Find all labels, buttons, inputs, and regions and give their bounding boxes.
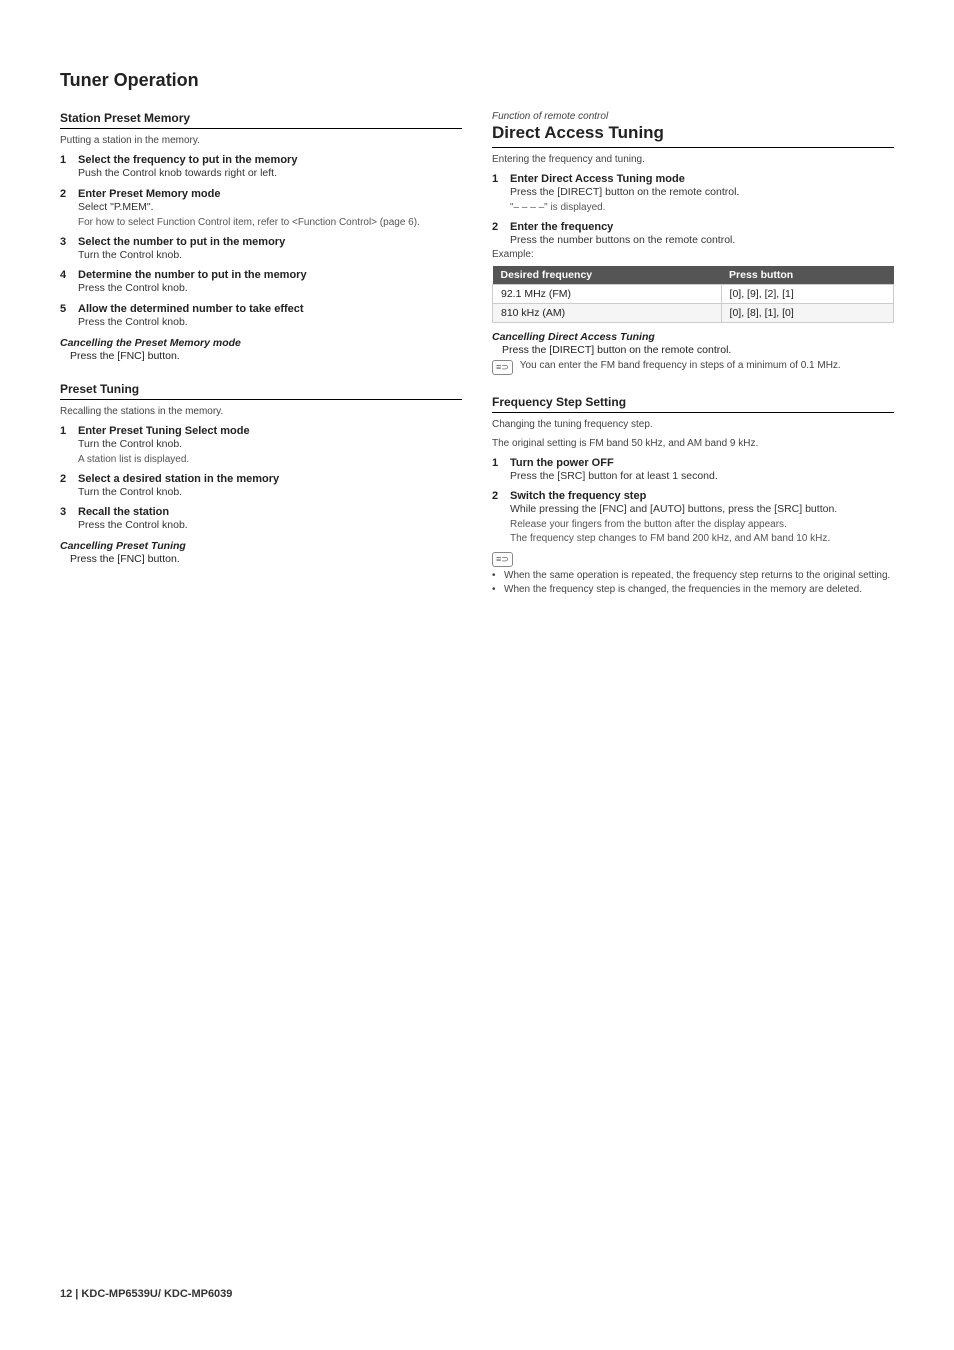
pt-step-1: 1 Enter Preset Tuning Select mode Turn t…: [60, 425, 462, 467]
dat-step-1: 1 Enter Direct Access Tuning mode Press …: [492, 173, 894, 215]
fss-step-2: 2 Switch the frequency step While pressi…: [492, 490, 894, 546]
pt-step-3-body: Press the Control knob.: [78, 518, 462, 534]
left-column: Station Preset Memory Putting a station …: [60, 111, 462, 615]
spm-step-5-number: 5: [60, 303, 74, 315]
divider-dat: [492, 147, 894, 148]
dat-step-1-body: Press the [DIRECT] button on the remote …: [510, 185, 894, 201]
pt-step-1-header: Enter Preset Tuning Select mode: [78, 425, 250, 437]
spm-step-2-body: Select "P.MEM".: [78, 200, 462, 216]
table-row-fm: 92.1 MHz (FM) [0], [9], [2], [1]: [493, 284, 894, 303]
fss-step-2-subtext1: Release your fingers from the button aft…: [510, 518, 894, 532]
dat-step-1-number: 1: [492, 173, 506, 185]
preset-tuning-section: Preset Tuning Recalling the stations in …: [60, 382, 462, 565]
spm-step-4-header: Determine the number to put in the memor…: [78, 269, 307, 281]
bullet-dot-2: •: [492, 584, 500, 595]
function-label: Function of remote control: [492, 111, 894, 122]
dat-note-text: You can enter the FM band frequency in s…: [520, 360, 841, 371]
pt-step-2-body: Turn the Control knob.: [78, 485, 462, 501]
spm-cancel-body: Press the [FNC] button.: [70, 350, 462, 362]
spm-step-4-body: Press the Control knob.: [78, 281, 462, 297]
dat-note: ≡⊃ You can enter the FM band frequency i…: [492, 360, 894, 375]
dat-step-1-header: Enter Direct Access Tuning mode: [510, 173, 685, 185]
dat-step-2-number: 2: [492, 221, 506, 233]
dat-cancel-body: Press the [DIRECT] button on the remote …: [502, 344, 894, 356]
spm-cancel-header: Cancelling the Preset Memory mode: [60, 337, 462, 349]
frequency-table: Desired frequency Press button 92.1 MHz …: [492, 266, 894, 323]
fss-subtitle2: The original setting is FM band 50 kHz, …: [492, 438, 894, 449]
table-cell-am-freq: 810 kHz (AM): [493, 303, 722, 322]
table-row-am: 810 kHz (AM) [0], [8], [1], [0]: [493, 303, 894, 322]
dat-step-2-header: Enter the frequency: [510, 221, 613, 233]
fss-note-icon-row: ≡⊃: [492, 552, 894, 567]
spm-step-1-body: Push the Control knob towards right or l…: [78, 166, 462, 182]
table-cell-fm-btn: [0], [9], [2], [1]: [721, 284, 893, 303]
fss-step-1-number: 1: [492, 457, 506, 469]
fss-step-2-header: Switch the frequency step: [510, 490, 646, 502]
table-header-frequency: Desired frequency: [493, 266, 722, 285]
fss-step-1: 1 Turn the power OFF Press the [SRC] but…: [492, 457, 894, 485]
example-label: Example:: [492, 249, 894, 260]
direct-access-tuning-title: Direct Access Tuning: [492, 123, 894, 143]
spm-step-2-number: 2: [60, 188, 74, 200]
spm-step-2-header: Enter Preset Memory mode: [78, 188, 220, 200]
page-title: Tuner Operation: [60, 70, 894, 91]
direct-access-tuning-subtitle: Entering the frequency and tuning.: [492, 154, 894, 165]
station-preset-memory-section: Station Preset Memory Putting a station …: [60, 111, 462, 362]
spm-step-5-header: Allow the determined number to take effe…: [78, 303, 304, 315]
table-header-button: Press button: [721, 266, 893, 285]
fss-subtitle1: Changing the tuning frequency step.: [492, 419, 894, 430]
fss-bullet-1-text: When the same operation is repeated, the…: [504, 570, 890, 581]
direct-access-tuning-section: Function of remote control Direct Access…: [492, 111, 894, 375]
pt-step-2: 2 Select a desired station in the memory…: [60, 473, 462, 501]
pt-step-1-body: Turn the Control knob.: [78, 437, 462, 453]
fss-step-2-number: 2: [492, 490, 506, 502]
frequency-step-setting-section: Frequency Step Setting Changing the tuni…: [492, 395, 894, 596]
fss-step-2-subtext2: The frequency step changes to FM band 20…: [510, 532, 894, 546]
spm-step-3: 3 Select the number to put in the memory…: [60, 236, 462, 264]
bullet-dot-1: •: [492, 570, 500, 581]
frequency-step-setting-title: Frequency Step Setting: [492, 395, 894, 413]
spm-step-1: 1 Select the frequency to put in the mem…: [60, 154, 462, 182]
pt-cancel-body: Press the [FNC] button.: [70, 553, 462, 565]
pt-step-3-header: Recall the station: [78, 506, 169, 518]
fss-bullet-2-text: When the frequency step is changed, the …: [504, 584, 862, 595]
page-footer: 12 | KDC-MP6539U/ KDC-MP6039: [60, 1288, 232, 1300]
station-preset-memory-title: Station Preset Memory: [60, 111, 462, 129]
note-icon-dat: ≡⊃: [492, 360, 513, 375]
dat-step-2-body: Press the number buttons on the remote c…: [510, 233, 894, 249]
fss-step-1-header: Turn the power OFF: [510, 457, 614, 469]
fss-step-2-body: While pressing the [FNC] and [AUTO] butt…: [510, 502, 894, 518]
dat-cancel-header: Cancelling Direct Access Tuning: [492, 331, 894, 343]
pt-step-2-number: 2: [60, 473, 74, 485]
spm-step-4: 4 Determine the number to put in the mem…: [60, 269, 462, 297]
pt-step-1-subtext: A station list is displayed.: [78, 453, 462, 467]
preset-tuning-subtitle: Recalling the stations in the memory.: [60, 406, 462, 417]
dat-step-2: 2 Enter the frequency Press the number b…: [492, 221, 894, 260]
pt-cancel-header: Cancelling Preset Tuning: [60, 540, 462, 552]
station-preset-memory-subtitle: Putting a station in the memory.: [60, 135, 462, 146]
fss-step-1-body: Press the [SRC] button for at least 1 se…: [510, 469, 894, 485]
spm-step-2-subtext: For how to select Function Control item,…: [78, 216, 462, 230]
spm-step-4-number: 4: [60, 269, 74, 281]
table-cell-am-btn: [0], [8], [1], [0]: [721, 303, 893, 322]
fss-bullet-2: • When the frequency step is changed, th…: [492, 584, 894, 595]
pt-step-3: 3 Recall the station Press the Control k…: [60, 506, 462, 534]
spm-step-3-body: Turn the Control knob.: [78, 248, 462, 264]
table-cell-fm-freq: 92.1 MHz (FM): [493, 284, 722, 303]
note-icon-fss: ≡⊃: [492, 552, 513, 567]
right-column: Function of remote control Direct Access…: [492, 111, 894, 615]
spm-step-5: 5 Allow the determined number to take ef…: [60, 303, 462, 331]
spm-step-5-body: Press the Control knob.: [78, 315, 462, 331]
pt-step-1-number: 1: [60, 425, 74, 437]
fss-bullet-1: • When the same operation is repeated, t…: [492, 570, 894, 581]
preset-tuning-title: Preset Tuning: [60, 382, 462, 400]
spm-step-3-number: 3: [60, 236, 74, 248]
pt-step-2-header: Select a desired station in the memory: [78, 473, 279, 485]
spm-step-3-header: Select the number to put in the memory: [78, 236, 285, 248]
spm-step-1-header: Select the frequency to put in the memor…: [78, 154, 297, 166]
dat-step-1-subtext: "– – – –" is displayed.: [510, 201, 894, 215]
pt-step-3-number: 3: [60, 506, 74, 518]
spm-step-1-number: 1: [60, 154, 74, 166]
spm-step-2: 2 Enter Preset Memory mode Select "P.MEM…: [60, 188, 462, 230]
